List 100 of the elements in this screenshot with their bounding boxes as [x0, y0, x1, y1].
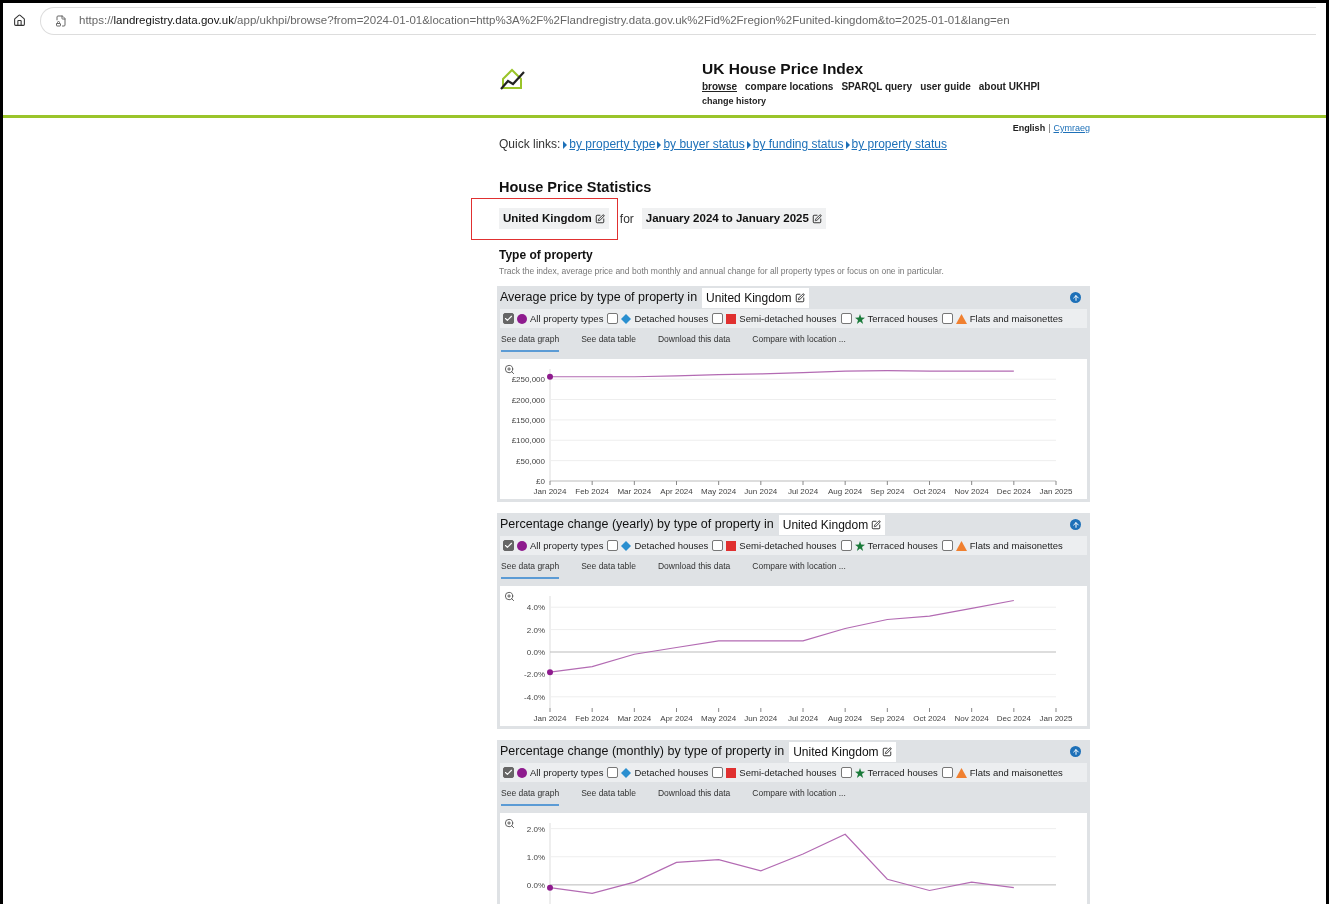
y-axis-label: 4.0% [526, 603, 545, 613]
x-axis-label: Jun 2024 [744, 487, 778, 497]
view-tab[interactable]: Download this data [657, 334, 731, 353]
x-axis-label: Apr 2024 [660, 487, 693, 497]
checkbox[interactable] [607, 313, 619, 325]
y-axis-label: -2.0% [524, 670, 545, 680]
nav-link[interactable]: SPARQL query [841, 79, 913, 94]
checkbox[interactable] [941, 540, 953, 552]
location-selector[interactable]: United Kingdom [778, 514, 886, 535]
checkbox[interactable] [712, 540, 724, 552]
quick-link[interactable]: by property status [851, 137, 947, 152]
view-tab[interactable]: See data graph [501, 788, 560, 807]
y-axis-label: 1.0% [526, 853, 545, 862]
nav-link[interactable]: compare locations [745, 79, 834, 94]
x-axis-label: Dec 2024 [996, 714, 1031, 724]
x-axis-label: May 2024 [701, 714, 737, 724]
x-axis-label: Mar 2024 [617, 714, 652, 724]
data-point [547, 884, 553, 891]
quick-links-label: Quick links: [499, 137, 561, 152]
x-axis-label: Aug 2024 [828, 487, 863, 497]
checkbox[interactable] [840, 313, 852, 325]
legend-label: Flats and maisonettes [969, 311, 1063, 326]
view-tab[interactable]: Download this data [657, 561, 731, 580]
edit-icon [871, 519, 882, 530]
checkbox[interactable] [712, 313, 724, 325]
legend-label: Semi-detached houses [739, 538, 837, 553]
legend-label: All property types [530, 311, 604, 326]
zoom-in-icon[interactable] [504, 364, 515, 376]
view-tab[interactable]: Download this data [657, 788, 731, 807]
legend-label: Semi-detached houses [739, 311, 837, 326]
zoom-in-icon[interactable] [504, 591, 515, 603]
y-axis-label: -4.0% [524, 693, 545, 703]
nav-link[interactable]: change history [702, 94, 766, 109]
x-axis-label: Jan 2025 [1039, 714, 1073, 724]
checkbox[interactable] [840, 767, 852, 779]
view-tab[interactable]: Compare with location ... [752, 561, 846, 580]
caret-icon [746, 140, 751, 149]
view-tab[interactable]: Compare with location ... [752, 788, 846, 807]
caret-icon [563, 140, 568, 149]
quick-link[interactable]: by buyer status [663, 137, 745, 152]
x-axis-label: Mar 2024 [617, 487, 652, 497]
edit-icon [811, 213, 822, 224]
x-axis-label: Jan 2024 [533, 714, 567, 724]
section-title: Type of property [499, 248, 594, 264]
view-tab[interactable]: See data graph [501, 561, 560, 580]
y-axis-label: £200,000 [511, 395, 545, 405]
page-heading: House Price Statistics [499, 178, 653, 196]
y-axis-label: 2.0% [526, 824, 545, 834]
view-tab[interactable]: Compare with location ... [752, 334, 846, 353]
house-chart-logo-icon[interactable] [500, 67, 526, 91]
data-point [547, 374, 553, 380]
edit-icon [794, 292, 805, 303]
panel-title: Percentage change (monthly) by type of property in [500, 743, 785, 761]
checkbox[interactable] [941, 313, 953, 325]
language-link[interactable]: Cymraeg [1053, 123, 1090, 134]
nav-link[interactable]: browse [702, 79, 737, 94]
legend-label: Detached houses [634, 538, 709, 553]
checkbox[interactable] [607, 540, 619, 552]
y-axis-label: £150,000 [511, 416, 545, 426]
location-selector[interactable]: United Kingdom [789, 741, 896, 762]
y-axis-label: £100,000 [511, 436, 545, 446]
caret-icon [845, 140, 850, 149]
checkbox[interactable] [941, 767, 953, 779]
legend-label: Detached houses [634, 311, 709, 326]
edit-icon [594, 213, 605, 224]
view-tab[interactable]: See data table [581, 561, 636, 580]
site-title: UK House Price Index [702, 59, 865, 79]
language-link[interactable]: English [1012, 123, 1046, 134]
y-axis-label: £50,000 [516, 456, 545, 466]
period-selector[interactable]: January 2024 to January 2025 [641, 208, 826, 230]
x-axis-label: May 2024 [701, 487, 737, 497]
view-tab[interactable]: See data graph [501, 334, 560, 353]
page-lock-icon [55, 14, 67, 27]
checkbox[interactable] [503, 767, 514, 779]
checkbox[interactable] [503, 313, 514, 325]
location-selector[interactable]: United Kingdom [499, 208, 609, 230]
checkbox[interactable] [840, 540, 852, 552]
checkbox[interactable] [607, 767, 619, 779]
checkbox[interactable] [712, 767, 724, 779]
connector-text: for [619, 210, 634, 228]
y-axis-label: £250,000 [511, 375, 545, 385]
home-icon[interactable] [13, 14, 26, 27]
x-axis-label: Jan 2025 [1039, 487, 1073, 497]
checkbox[interactable] [503, 540, 514, 552]
y-axis-label: 0.0% [526, 648, 545, 658]
zoom-in-icon[interactable] [504, 818, 515, 830]
quick-link[interactable]: by funding status [752, 137, 844, 152]
legend-label: Flats and maisonettes [969, 538, 1063, 553]
legend-label: Semi-detached houses [739, 765, 837, 780]
nav-link[interactable]: about UKHPI [978, 79, 1040, 94]
view-tab[interactable]: See data table [581, 788, 636, 807]
x-axis-label: Feb 2024 [575, 714, 610, 724]
view-tab[interactable]: See data table [581, 334, 636, 353]
url-text: https://landregistry.data.gov.uk/app/ukhpi/browse?from=2024-01-01&location=http%3A%2F%2Flandregistry.data.gov.uk%2Fid%2Fregion%2Funited-kingdom&to=2025-01-01&lang=en [79, 12, 1010, 28]
x-axis-label: Jan 2024 [533, 487, 567, 497]
x-axis-label: Sep 2024 [870, 487, 905, 497]
location-selector[interactable]: United Kingdom [702, 287, 809, 308]
nav-link[interactable]: user guide [920, 79, 971, 94]
quick-link[interactable]: by property type [569, 137, 656, 152]
separator-text: | [1048, 123, 1051, 134]
